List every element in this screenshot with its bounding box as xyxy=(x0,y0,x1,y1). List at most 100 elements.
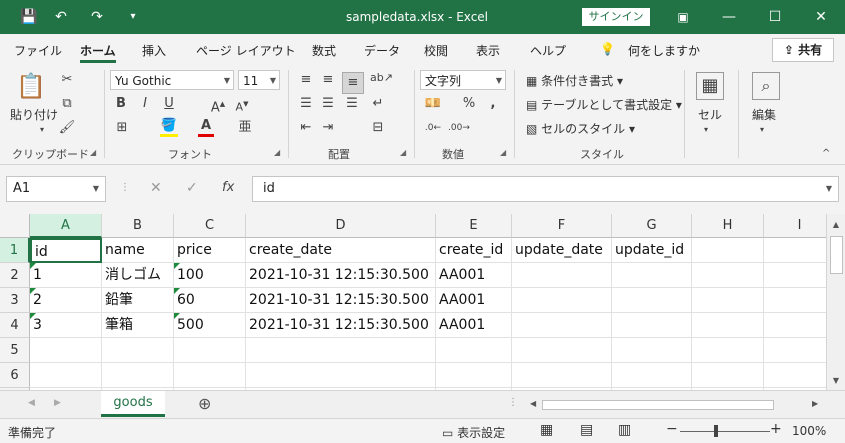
cell[interactable]: 2021-10-31 12:15:30.500 xyxy=(246,288,436,313)
cell[interactable] xyxy=(30,363,102,388)
zoom-slider[interactable] xyxy=(680,431,770,432)
save-icon[interactable]: 💾 xyxy=(20,8,38,26)
active-cell[interactable]: id xyxy=(30,238,102,263)
cell[interactable] xyxy=(612,338,692,363)
bold-icon[interactable]: B xyxy=(114,96,128,112)
tab-split-icon[interactable]: ⋮ xyxy=(508,397,518,408)
comma-style-icon[interactable]: , xyxy=(486,96,500,112)
decrease-decimal-icon[interactable]: .00→ xyxy=(448,120,470,136)
fill-color-icon[interactable]: 🪣 xyxy=(160,118,178,137)
cell[interactable]: create_date xyxy=(246,238,436,263)
add-sheet-icon[interactable]: ⊕ xyxy=(198,394,211,413)
cell[interactable]: 500 xyxy=(174,313,246,338)
horizontal-scrollbar[interactable]: ◀ ▶ xyxy=(528,399,822,411)
minimize-button[interactable]: — xyxy=(706,0,752,34)
prev-sheet-icon[interactable]: ◀ xyxy=(28,398,35,408)
align-bottom-icon[interactable]: ≡ xyxy=(342,72,364,94)
row-header[interactable]: 6 xyxy=(0,363,30,388)
row-header[interactable]: 3 xyxy=(0,288,30,313)
editing-button-label[interactable]: 編集 xyxy=(752,106,776,123)
cell[interactable] xyxy=(692,313,764,338)
tab-home[interactable]: ホーム xyxy=(80,42,116,59)
cell[interactable] xyxy=(692,238,764,263)
scroll-up-icon[interactable]: ▲ xyxy=(827,218,845,232)
tab-review[interactable]: 校閲 xyxy=(424,42,448,59)
enter-icon[interactable]: ✓ xyxy=(186,180,198,196)
cell[interactable]: update_id xyxy=(612,238,692,263)
cut-icon[interactable]: ✂ xyxy=(58,72,76,88)
tab-view[interactable]: 表示 xyxy=(476,42,500,59)
column-header-g[interactable]: G xyxy=(612,214,692,238)
formula-input[interactable]: id ▼ xyxy=(252,176,839,202)
zoom-slider-thumb[interactable] xyxy=(714,425,718,437)
horizontal-scroll-thumb[interactable] xyxy=(542,400,774,410)
maximize-button[interactable]: ☐ xyxy=(752,0,798,34)
name-box[interactable]: A1 ▼ xyxy=(6,176,106,202)
align-top-icon[interactable]: ≡ xyxy=(298,72,314,88)
tab-page-layout[interactable]: ページ レイアウト xyxy=(196,42,296,59)
merge-center-icon[interactable]: ⊟ xyxy=(370,120,386,136)
align-center-icon[interactable]: ☰ xyxy=(320,96,336,112)
tab-data[interactable]: データ xyxy=(364,42,400,59)
customize-quick-access-icon[interactable]: ▾ xyxy=(124,8,142,26)
font-color-icon[interactable]: A xyxy=(198,118,214,137)
format-as-table-button[interactable]: ▤ テーブルとして書式設定 ▾ xyxy=(526,96,682,113)
tab-help[interactable]: ヘルプ xyxy=(530,42,566,59)
cell[interactable]: AA001 xyxy=(436,288,512,313)
conditional-formatting-button[interactable]: ▦ 条件付き書式 ▾ xyxy=(526,72,623,89)
font-size-combo[interactable]: 11 ▼ xyxy=(238,70,280,90)
cell[interactable] xyxy=(612,363,692,388)
select-all-corner[interactable] xyxy=(0,214,30,238)
normal-view-icon[interactable]: ▦ xyxy=(540,422,553,438)
wrap-text-icon[interactable]: ↵ xyxy=(370,96,386,112)
column-header-i[interactable]: I xyxy=(764,214,826,238)
column-header-a[interactable]: A xyxy=(30,214,102,238)
cell[interactable]: 鉛筆 xyxy=(102,288,174,313)
cell[interactable] xyxy=(512,288,612,313)
cell[interactable] xyxy=(764,338,826,363)
cell[interactable]: 100 xyxy=(174,263,246,288)
cell[interactable]: 消しゴム xyxy=(102,263,174,288)
cell[interactable]: 3 xyxy=(30,313,102,338)
cell[interactable]: 2 xyxy=(30,288,102,313)
zoom-in-icon[interactable]: + xyxy=(770,421,782,437)
display-settings-button[interactable]: ▭ 表示設定 xyxy=(442,424,505,441)
cell[interactable]: AA001 xyxy=(436,263,512,288)
next-sheet-icon[interactable]: ▶ xyxy=(54,398,61,408)
close-button[interactable]: ✕ xyxy=(798,0,844,34)
paste-dropdown-icon[interactable]: ▾ xyxy=(40,122,44,138)
tab-file[interactable]: ファイル xyxy=(14,42,62,59)
cell[interactable] xyxy=(30,338,102,363)
underline-icon[interactable]: U xyxy=(162,96,176,112)
column-header-d[interactable]: D xyxy=(246,214,436,238)
cell[interactable] xyxy=(436,338,512,363)
cancel-icon[interactable]: ✕ xyxy=(150,180,162,196)
undo-icon[interactable]: ↶ xyxy=(52,8,70,26)
zoom-out-icon[interactable]: − xyxy=(666,421,678,437)
scroll-down-icon[interactable]: ▼ xyxy=(827,374,845,388)
page-layout-view-icon[interactable]: ▤ xyxy=(580,422,593,438)
cell[interactable]: update_date xyxy=(512,238,612,263)
font-launcher-icon[interactable]: ◢ xyxy=(274,148,280,157)
cell[interactable] xyxy=(174,363,246,388)
paste-icon[interactable]: 📋 xyxy=(16,70,46,102)
row-header[interactable]: 2 xyxy=(0,263,30,288)
redo-icon[interactable]: ↷ xyxy=(88,8,106,26)
cell[interactable] xyxy=(246,363,436,388)
ribbon-display-options-icon[interactable]: ▣ xyxy=(660,0,706,34)
paste-button-label[interactable]: 貼り付け xyxy=(10,106,58,123)
phonetic-guide-icon[interactable]: 亜 xyxy=(236,120,254,136)
cell[interactable]: price xyxy=(174,238,246,263)
cell[interactable]: create_id xyxy=(436,238,512,263)
font-name-combo[interactable]: Yu Gothic ▼ xyxy=(110,70,234,90)
row-header[interactable]: 4 xyxy=(0,313,30,338)
cell[interactable] xyxy=(174,338,246,363)
cell[interactable] xyxy=(692,363,764,388)
increase-indent-icon[interactable]: ⇥ xyxy=(320,120,336,136)
cell[interactable]: 2021-10-31 12:15:30.500 xyxy=(246,313,436,338)
tab-insert[interactable]: 挿入 xyxy=(142,42,166,59)
tell-me-search[interactable]: 何をしますか xyxy=(628,42,700,59)
column-header-e[interactable]: E xyxy=(436,214,512,238)
decrease-font-icon[interactable]: A▼ xyxy=(234,96,250,116)
worksheet-grid[interactable]: A B C D E F G H I 1 id name price create_date create_i… xyxy=(0,214,826,390)
